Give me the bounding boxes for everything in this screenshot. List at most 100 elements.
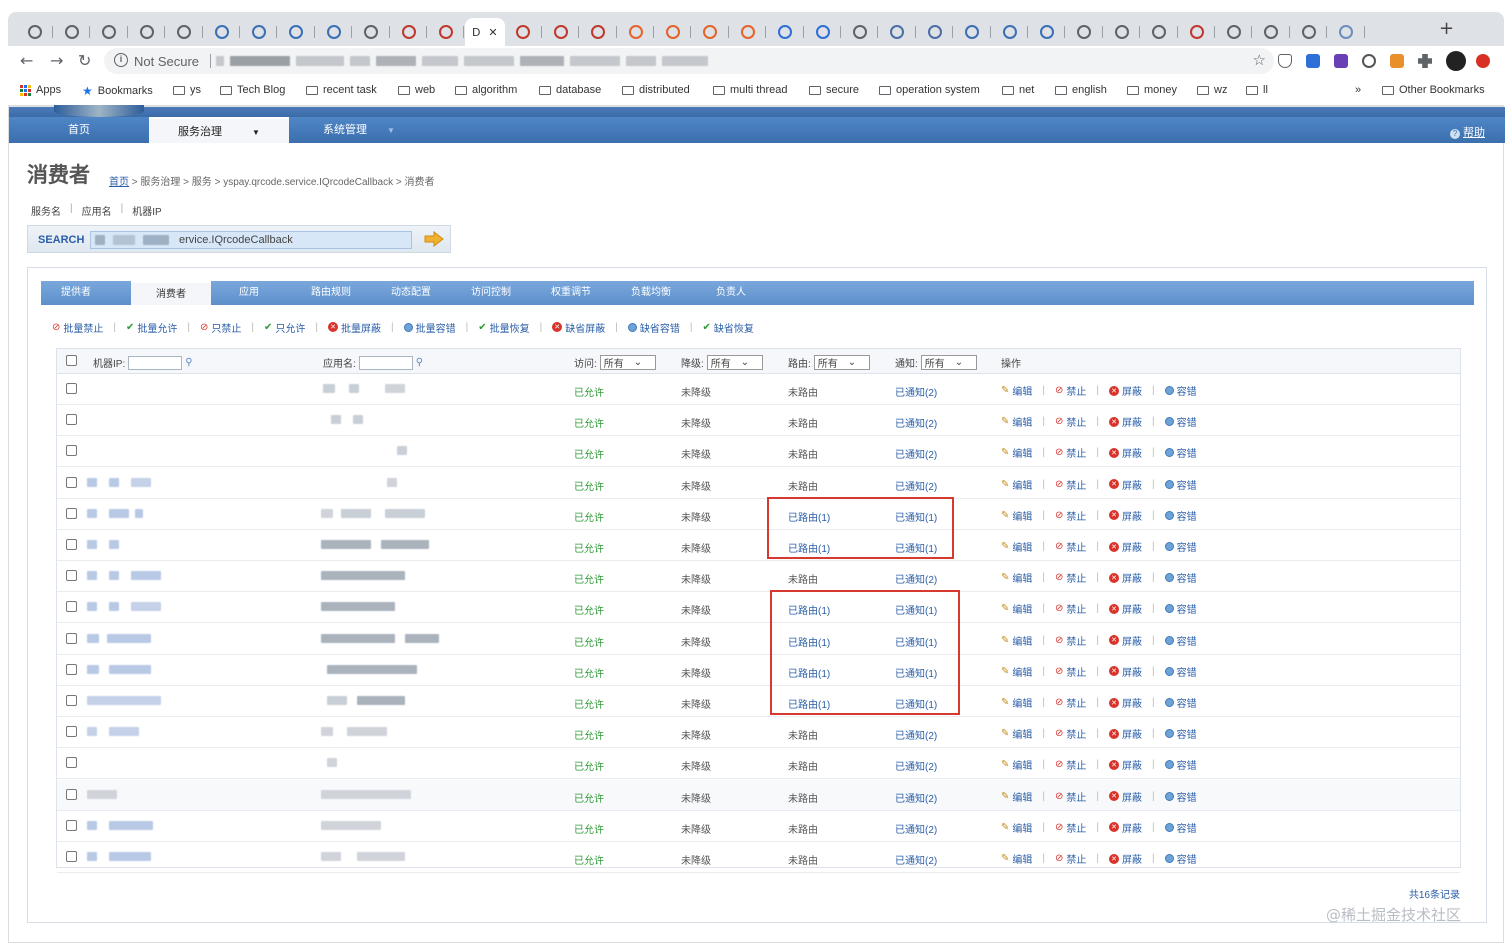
block-link[interactable]: ✕ 屏蔽	[1109, 445, 1142, 460]
browser-tab[interactable]	[353, 18, 390, 46]
edit-link[interactable]: ✎ 编辑	[1001, 726, 1032, 741]
back-button[interactable]: ←	[20, 51, 33, 70]
edit-link[interactable]: ✎ 编辑	[1001, 664, 1032, 679]
edit-link[interactable]: ✎ 编辑	[1001, 539, 1032, 554]
browser-tab[interactable]	[954, 18, 991, 46]
browser-tab[interactable]	[390, 18, 427, 46]
edit-link[interactable]: ✎ 编辑	[1001, 820, 1032, 835]
nav-home[interactable]: 首页	[9, 117, 149, 143]
bookmark-bookmarks[interactable]: ★ Bookmarks	[82, 84, 153, 98]
browser-tab[interactable]	[729, 18, 767, 46]
info-icon[interactable]: i	[114, 53, 128, 67]
edit-link[interactable]: ✎ 编辑	[1001, 695, 1032, 710]
notify-status[interactable]: 已通知(2)	[895, 790, 937, 805]
batch-action-2[interactable]: ⊘ 只禁止	[200, 320, 241, 335]
row-checkbox[interactable]	[66, 414, 77, 426]
orange-extension-icon[interactable]	[1390, 54, 1404, 68]
batch-action-7[interactable]: ✕ 缺省屏蔽	[552, 320, 605, 335]
tolerance-link[interactable]: 容错	[1164, 851, 1197, 866]
browser-tab[interactable]	[879, 18, 916, 46]
browser-tab-active[interactable]: D ✕	[464, 18, 505, 46]
edit-link[interactable]: ✎ 编辑	[1001, 508, 1032, 523]
row-checkbox[interactable]	[66, 601, 77, 613]
tolerance-link[interactable]: 容错	[1164, 383, 1197, 398]
block-link[interactable]: ✕ 屏蔽	[1109, 695, 1142, 710]
tolerance-link[interactable]: 容错	[1164, 414, 1197, 429]
puzzle-extensions-icon[interactable]	[1418, 54, 1432, 68]
bookmark-net[interactable]: net	[1002, 84, 1034, 96]
browser-tab[interactable]	[692, 18, 729, 46]
profile-avatar[interactable]	[1446, 51, 1466, 71]
row-checkbox[interactable]	[66, 851, 77, 862]
bookmark-english[interactable]: english	[1055, 84, 1107, 96]
tolerance-link[interactable]: 容错	[1164, 570, 1197, 585]
browser-tab[interactable]	[1141, 18, 1178, 46]
batch-action-5[interactable]: 批量容错	[403, 320, 456, 335]
forbid-link[interactable]: ⊘ 禁止	[1055, 820, 1086, 835]
edit-link[interactable]: ✎ 编辑	[1001, 789, 1032, 804]
bookmark-star-icon[interactable]: ☆	[1253, 51, 1266, 69]
block-link[interactable]: ✕ 屏蔽	[1109, 633, 1142, 648]
route-status[interactable]: 未路由	[788, 415, 818, 430]
forbid-link[interactable]: ⊘ 禁止	[1055, 570, 1086, 585]
tolerance-link[interactable]: 容错	[1164, 726, 1197, 741]
new-tab-button[interactable]: +	[1439, 18, 1454, 39]
forbid-link[interactable]: ⊘ 禁止	[1055, 789, 1086, 804]
notify-status[interactable]: 已通知(2)	[895, 727, 937, 742]
notify-status[interactable]: 已通知(2)	[895, 478, 937, 493]
tolerance-link[interactable]: 容错	[1164, 633, 1197, 648]
tolerance-link[interactable]: 容错	[1164, 477, 1197, 492]
browser-tab[interactable]	[505, 18, 542, 46]
notify-status[interactable]: 已通知(2)	[895, 571, 937, 586]
batch-action-3[interactable]: ✔ 只允许	[264, 320, 305, 335]
route-status[interactable]: 未路由	[788, 571, 818, 586]
nav-system[interactable]: 系统管理 ▼	[289, 117, 429, 143]
other-bookmarks[interactable]: Other Bookmarks	[1382, 84, 1485, 96]
edit-link[interactable]: ✎ 编辑	[1001, 633, 1032, 648]
tolerance-link[interactable]: 容错	[1164, 820, 1197, 835]
forbid-link[interactable]: ⊘ 禁止	[1055, 695, 1086, 710]
tab-dynamic-config[interactable]: 动态配置	[371, 281, 451, 305]
bookmark-secure[interactable]: secure	[809, 84, 859, 96]
browser-tab[interactable]	[1178, 18, 1215, 46]
app-filter-input[interactable]	[358, 355, 413, 370]
browser-tab[interactable]	[278, 18, 315, 46]
browser-tab[interactable]	[203, 18, 240, 46]
ip-filter-input[interactable]	[128, 355, 183, 370]
forbid-link[interactable]: ⊘ 禁止	[1055, 539, 1086, 554]
block-link[interactable]: ✕ 屏蔽	[1109, 664, 1142, 679]
browser-tab[interactable]	[315, 18, 353, 46]
tolerance-link[interactable]: 容错	[1164, 508, 1197, 523]
bookmark-money[interactable]: money	[1127, 84, 1177, 96]
search-input[interactable]: ervice.IQrcodeCallback	[90, 231, 412, 249]
bookmark-database[interactable]: database	[539, 84, 601, 96]
route-status[interactable]: 未路由	[788, 478, 818, 493]
batch-action-0[interactable]: ⊘ 批量禁止	[52, 320, 103, 335]
route-status[interactable]: 未路由	[788, 446, 818, 461]
forbid-link[interactable]: ⊘ 禁止	[1055, 508, 1086, 523]
forbid-link[interactable]: ⊘ 禁止	[1055, 726, 1086, 741]
forbid-link[interactable]: ⊘ 禁止	[1055, 383, 1086, 398]
browser-tab[interactable]	[128, 18, 166, 46]
tolerance-link[interactable]: 容错	[1164, 757, 1197, 772]
browser-tab[interactable]	[1290, 18, 1328, 46]
edit-link[interactable]: ✎ 编辑	[1001, 851, 1032, 866]
notify-status[interactable]: 已通知(2)	[895, 415, 937, 430]
bookmark-algorithm[interactable]: algorithm	[455, 84, 517, 96]
browser-tab[interactable]	[1066, 18, 1103, 46]
row-checkbox[interactable]	[66, 445, 77, 457]
browser-tab[interactable]	[1253, 18, 1290, 46]
forbid-link[interactable]: ⊘ 禁止	[1055, 664, 1086, 679]
browser-tab[interactable]	[1215, 18, 1253, 46]
close-icon[interactable]: ✕	[488, 26, 497, 39]
browser-tab[interactable]	[16, 18, 53, 46]
row-checkbox[interactable]	[66, 507, 77, 519]
row-checkbox[interactable]	[66, 726, 77, 738]
help-link[interactable]: ? 帮助	[1450, 124, 1485, 140]
address-bar[interactable]: i Not Secure ☆	[104, 48, 1274, 74]
edit-link[interactable]: ✎ 编辑	[1001, 414, 1032, 429]
tolerance-link[interactable]: 容错	[1164, 789, 1197, 804]
block-link[interactable]: ✕ 屏蔽	[1109, 601, 1142, 616]
row-checkbox[interactable]	[66, 539, 77, 550]
bookmark-multi-thread[interactable]: multi thread	[713, 84, 787, 96]
